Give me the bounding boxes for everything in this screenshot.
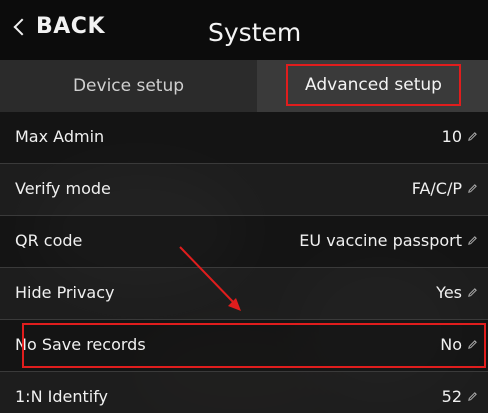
setting-value: FA/C/P xyxy=(411,179,462,198)
pencil-icon xyxy=(468,236,477,245)
setting-label: Hide Privacy xyxy=(15,283,115,302)
annotation-highlight-box xyxy=(286,64,461,106)
screen: BACK System Device setup Advanced setup … xyxy=(0,0,488,413)
pencil-icon xyxy=(468,184,477,193)
setting-value: 52 xyxy=(441,387,462,406)
page-title: System xyxy=(208,18,302,47)
header-bar: BACK System xyxy=(0,0,488,60)
setting-row-max-admin[interactable]: Max Admin 10 xyxy=(0,112,488,164)
setting-label: 1:N Identify xyxy=(15,387,109,406)
setting-row-no-save-records[interactable]: No Save records No xyxy=(0,320,488,372)
pencil-icon xyxy=(468,340,477,349)
setting-label: No Save records xyxy=(15,335,146,354)
setting-row-verify-mode[interactable]: Verify mode FA/C/P xyxy=(0,164,488,216)
pencil-icon xyxy=(468,288,477,297)
setting-value: EU vaccine passport xyxy=(299,231,462,250)
setting-value: No xyxy=(440,335,462,354)
setting-value: 10 xyxy=(441,127,462,146)
pencil-icon xyxy=(468,132,477,141)
back-label: BACK xyxy=(36,14,105,39)
setting-label: Verify mode xyxy=(15,179,111,198)
settings-list: Max Admin 10 Verify mode FA/C/P QR code … xyxy=(0,112,488,413)
pencil-icon xyxy=(468,392,477,401)
setting-label: QR code xyxy=(15,231,83,250)
setting-value: Yes xyxy=(436,283,462,302)
tab-label: Device setup xyxy=(72,76,185,96)
tab-device-setup[interactable]: Device setup xyxy=(0,60,257,112)
setting-row-1n-identify[interactable]: 1:N Identify 52 xyxy=(0,372,488,413)
chevron-left-icon xyxy=(13,18,31,36)
tab-bar: Device setup Advanced setup xyxy=(0,60,488,112)
setting-row-hide-privacy[interactable]: Hide Privacy Yes xyxy=(0,268,488,320)
back-button[interactable]: BACK xyxy=(13,14,105,39)
tab-advanced-setup[interactable]: Advanced setup xyxy=(257,60,488,112)
setting-row-qr-code[interactable]: QR code EU vaccine passport xyxy=(0,216,488,268)
setting-label: Max Admin xyxy=(15,127,105,146)
